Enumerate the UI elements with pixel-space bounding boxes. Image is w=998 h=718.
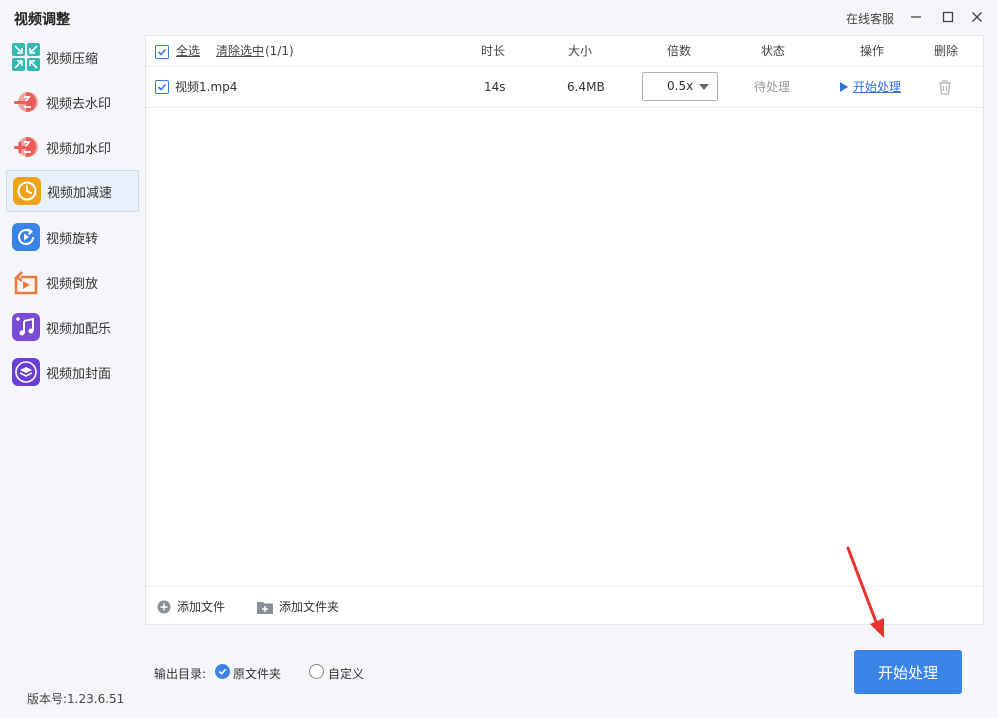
maximize-button[interactable]: [937, 6, 959, 28]
select-all-link[interactable]: 全选: [176, 36, 200, 67]
red-arrow-icon: [846, 546, 884, 638]
output-dir-label: 输出目录:: [154, 667, 207, 681]
music-icon: [12, 313, 40, 341]
start-process-button[interactable]: 开始处理: [854, 650, 962, 694]
sidebar-item-reverse[interactable]: 视频倒放: [6, 261, 139, 303]
column-speed: 倍数: [667, 44, 692, 58]
reverse-play-icon: [12, 268, 40, 296]
column-status: 状态: [761, 44, 786, 58]
radio-original-label: 原文件夹: [233, 667, 282, 681]
rotate-icon: [12, 223, 40, 251]
sidebar-item-compress[interactable]: 视频压缩: [6, 36, 139, 78]
version-label: 版本号:1.23.6.51: [27, 692, 125, 706]
speed-value: 0.5x: [667, 79, 694, 93]
radio-original-folder[interactable]: [215, 664, 230, 679]
add-file-button[interactable]: 添加文件: [157, 587, 225, 626]
sidebar-item-add-watermark[interactable]: 视频加水印: [6, 126, 139, 168]
add-folder-button[interactable]: 添加文件夹: [257, 587, 339, 626]
file-size: 6.4MB: [567, 80, 605, 94]
column-size: 大小: [568, 44, 593, 58]
app-title: 视频调整: [14, 12, 70, 28]
speed-icon: [13, 177, 41, 205]
minimize-button[interactable]: [905, 6, 927, 28]
file-list-panel: 全选 清除选中 (1/1) 时长 大小 倍数 状态 操作 删除 视频1.mp4 …: [145, 35, 984, 625]
sidebar-item-label: 视频去水印: [46, 96, 112, 112]
check-icon: [157, 48, 167, 56]
play-icon: [840, 82, 848, 92]
selected-count: (1/1): [265, 44, 294, 58]
sidebar-item-remove-watermark[interactable]: 视频去水印: [6, 81, 139, 123]
maximize-icon: [942, 11, 954, 23]
start-process-label: 开始处理: [853, 80, 902, 94]
select-all-checkbox[interactable]: [155, 45, 169, 59]
table-header: 全选 清除选中 (1/1) 时长 大小 倍数 状态 操作 删除: [146, 36, 983, 67]
caret-down-icon: [699, 84, 709, 90]
column-delete: 删除: [934, 44, 959, 58]
close-button[interactable]: [966, 6, 988, 28]
radio-custom-label: 自定义: [328, 667, 365, 681]
compress-icon: [12, 43, 40, 71]
column-action: 操作: [860, 44, 885, 58]
sidebar-item-label: 视频加水印: [46, 141, 112, 157]
check-icon: [218, 668, 227, 675]
minimize-icon: [911, 16, 921, 18]
remove-watermark-icon: [12, 88, 40, 116]
clear-selected-link[interactable]: 清除选中: [216, 36, 264, 67]
online-service-link[interactable]: 在线客服: [846, 10, 894, 27]
radio-custom-folder[interactable]: [309, 664, 324, 679]
add-folder-label: 添加文件夹: [279, 600, 340, 614]
trash-icon: [939, 80, 951, 95]
delete-button[interactable]: [937, 79, 953, 95]
column-duration: 时长: [481, 44, 506, 58]
file-name: 视频1.mp4: [175, 80, 238, 94]
sidebar-item-label: 视频加减速: [47, 185, 113, 201]
sidebar-item-label: 视频倒放: [46, 276, 99, 292]
check-icon: [157, 83, 167, 91]
sidebar-item-label: 视频加配乐: [46, 321, 112, 337]
file-duration: 14s: [484, 80, 506, 94]
sidebar-item-label: 视频加封面: [46, 366, 112, 382]
row-checkbox[interactable]: [155, 80, 169, 94]
speed-select[interactable]: 0.5x: [642, 72, 718, 101]
add-folder-icon: [257, 601, 273, 614]
sidebar-item-speed[interactable]: 视频加减速: [6, 170, 139, 212]
close-icon: [972, 12, 982, 22]
add-file-label: 添加文件: [177, 600, 226, 614]
table-row: 视频1.mp4 14s 6.4MB 0.5x 待处理 开始处理: [146, 67, 983, 108]
sidebar-item-rotate[interactable]: 视频旋转: [6, 216, 139, 258]
start-process-link[interactable]: 开始处理: [840, 67, 901, 107]
plus-circle-icon: [157, 600, 171, 613]
sidebar-item-label: 视频压缩: [46, 51, 99, 67]
cover-icon: [12, 358, 40, 386]
sidebar-item-label: 视频旋转: [46, 231, 99, 247]
sidebar-item-cover[interactable]: 视频加封面: [6, 351, 139, 393]
add-watermark-icon: [12, 133, 40, 161]
sidebar-item-music[interactable]: 视频加配乐: [6, 306, 139, 348]
sidebar: 视频压缩 视频去水印 视频加水印 视频加减速 视频旋转 视频倒放 视频加配乐 视…: [0, 34, 145, 718]
file-status: 待处理: [754, 80, 791, 94]
title-bar: 视频调整 在线客服: [0, 0, 998, 34]
